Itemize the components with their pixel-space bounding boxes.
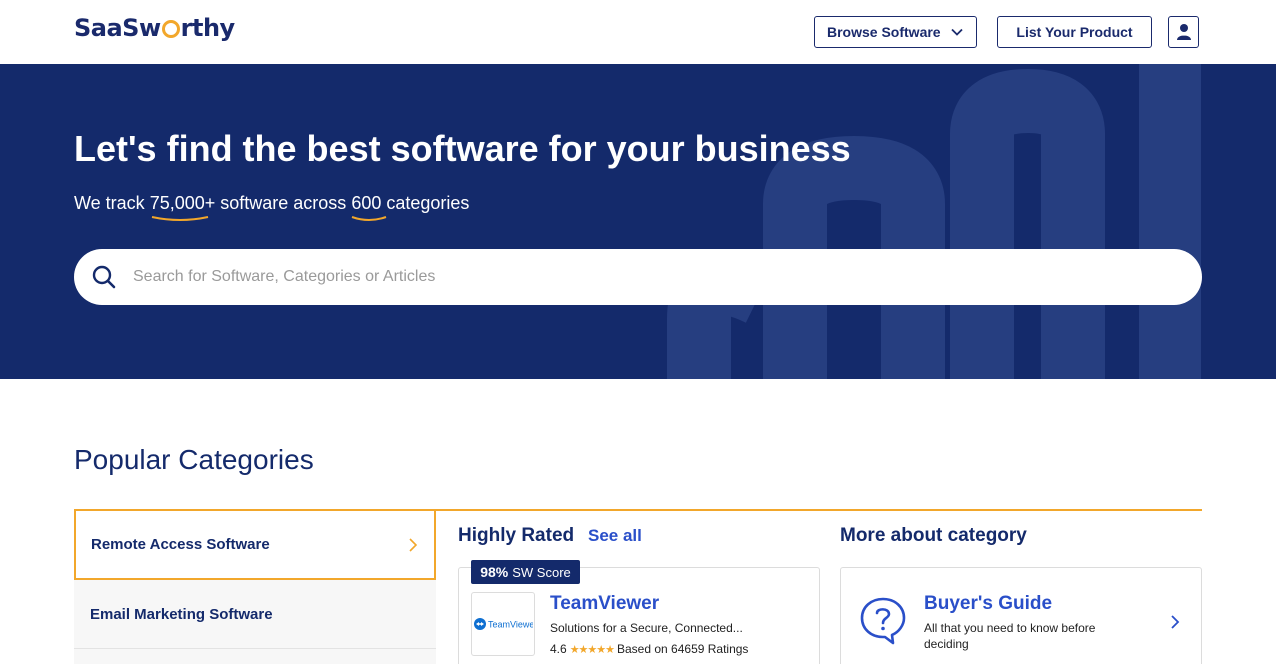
logo-text-start: SaaSw — [74, 14, 161, 42]
hero-title: Let's find the best software for your bu… — [74, 128, 851, 169]
logo-wordmark: TeamViewer — [488, 620, 533, 630]
category-item-remote-access[interactable]: Remote Access Software — [74, 509, 436, 580]
user-account-button[interactable] — [1168, 16, 1199, 48]
subtitle-suffix: categories — [381, 193, 470, 213]
list-your-product-label: List Your Product — [1016, 24, 1133, 40]
category-list: Remote Access Software Email Marketing S… — [74, 509, 436, 664]
subtitle-middle: software across — [215, 193, 352, 213]
category-label: Remote Access Software — [91, 536, 270, 553]
category-item-email-marketing[interactable]: Email Marketing Software — [74, 580, 436, 649]
product-logo[interactable]: TeamViewer — [471, 592, 535, 656]
underline-swoosh-icon — [351, 216, 387, 221]
star-rating-icon: ★★★★★ — [569, 643, 615, 656]
list-your-product-button[interactable]: List Your Product — [997, 16, 1152, 48]
rating-value: 4.6 — [550, 642, 567, 656]
category-item-next[interactable] — [74, 649, 436, 664]
sw-score-value: 98% — [480, 564, 509, 580]
hero-banner: Let's find the best software for your bu… — [0, 64, 1276, 379]
underline-swoosh-icon — [151, 216, 208, 221]
software-count: 75,000+ — [149, 193, 216, 213]
ratings-count: Based on 64659 Ratings — [617, 642, 749, 656]
software-count-highlight: 75,000+ — [149, 193, 216, 221]
sw-score-label: SW Score — [512, 564, 571, 580]
browse-software-button[interactable]: Browse Software — [814, 16, 977, 48]
search-input[interactable] — [133, 263, 1173, 291]
site-header: SaaSw rthy Browse Software List Your Prod… — [0, 0, 1276, 64]
see-all-link[interactable]: See all — [588, 526, 642, 546]
section-divider — [436, 509, 1202, 511]
teamviewer-logo-icon: TeamViewer — [474, 618, 533, 630]
browse-software-label: Browse Software — [827, 24, 941, 40]
sw-score-badge: 98% SW Score — [471, 560, 580, 584]
user-icon — [1176, 24, 1191, 40]
search-bar[interactable] — [74, 249, 1202, 305]
more-about-category-heading: More about category — [840, 525, 1027, 546]
hero-subtitle: We track 75,000+ software across 600 cat… — [74, 193, 470, 221]
question-bubble-icon — [860, 597, 906, 645]
buyers-guide-description: All that you need to know before decidin… — [924, 621, 1096, 651]
popular-categories-heading: Popular Categories — [74, 444, 314, 475]
category-count: 600 — [351, 193, 382, 213]
logo-text-end: rthy — [180, 14, 236, 42]
saasworthy-logo[interactable]: SaaSw rthy — [74, 14, 235, 42]
chevron-right-icon[interactable] — [1170, 614, 1180, 630]
category-count-highlight: 600 — [351, 193, 387, 221]
category-label: Email Marketing Software — [90, 605, 273, 623]
buyers-guide-title[interactable]: Buyer's Guide — [924, 593, 1052, 615]
chevron-down-icon — [951, 28, 963, 36]
chevron-right-icon — [409, 538, 418, 552]
search-icon[interactable] — [91, 264, 117, 290]
subtitle-prefix: We track — [74, 193, 150, 213]
product-description: Solutions for a Secure, Connected... — [550, 621, 743, 635]
logo-ring-icon — [161, 20, 180, 38]
product-name-link[interactable]: TeamViewer — [550, 593, 659, 615]
product-rating: 4.6 ★★★★★ Based on 64659 Ratings — [550, 642, 748, 656]
highly-rated-heading: Highly Rated — [458, 525, 575, 546]
